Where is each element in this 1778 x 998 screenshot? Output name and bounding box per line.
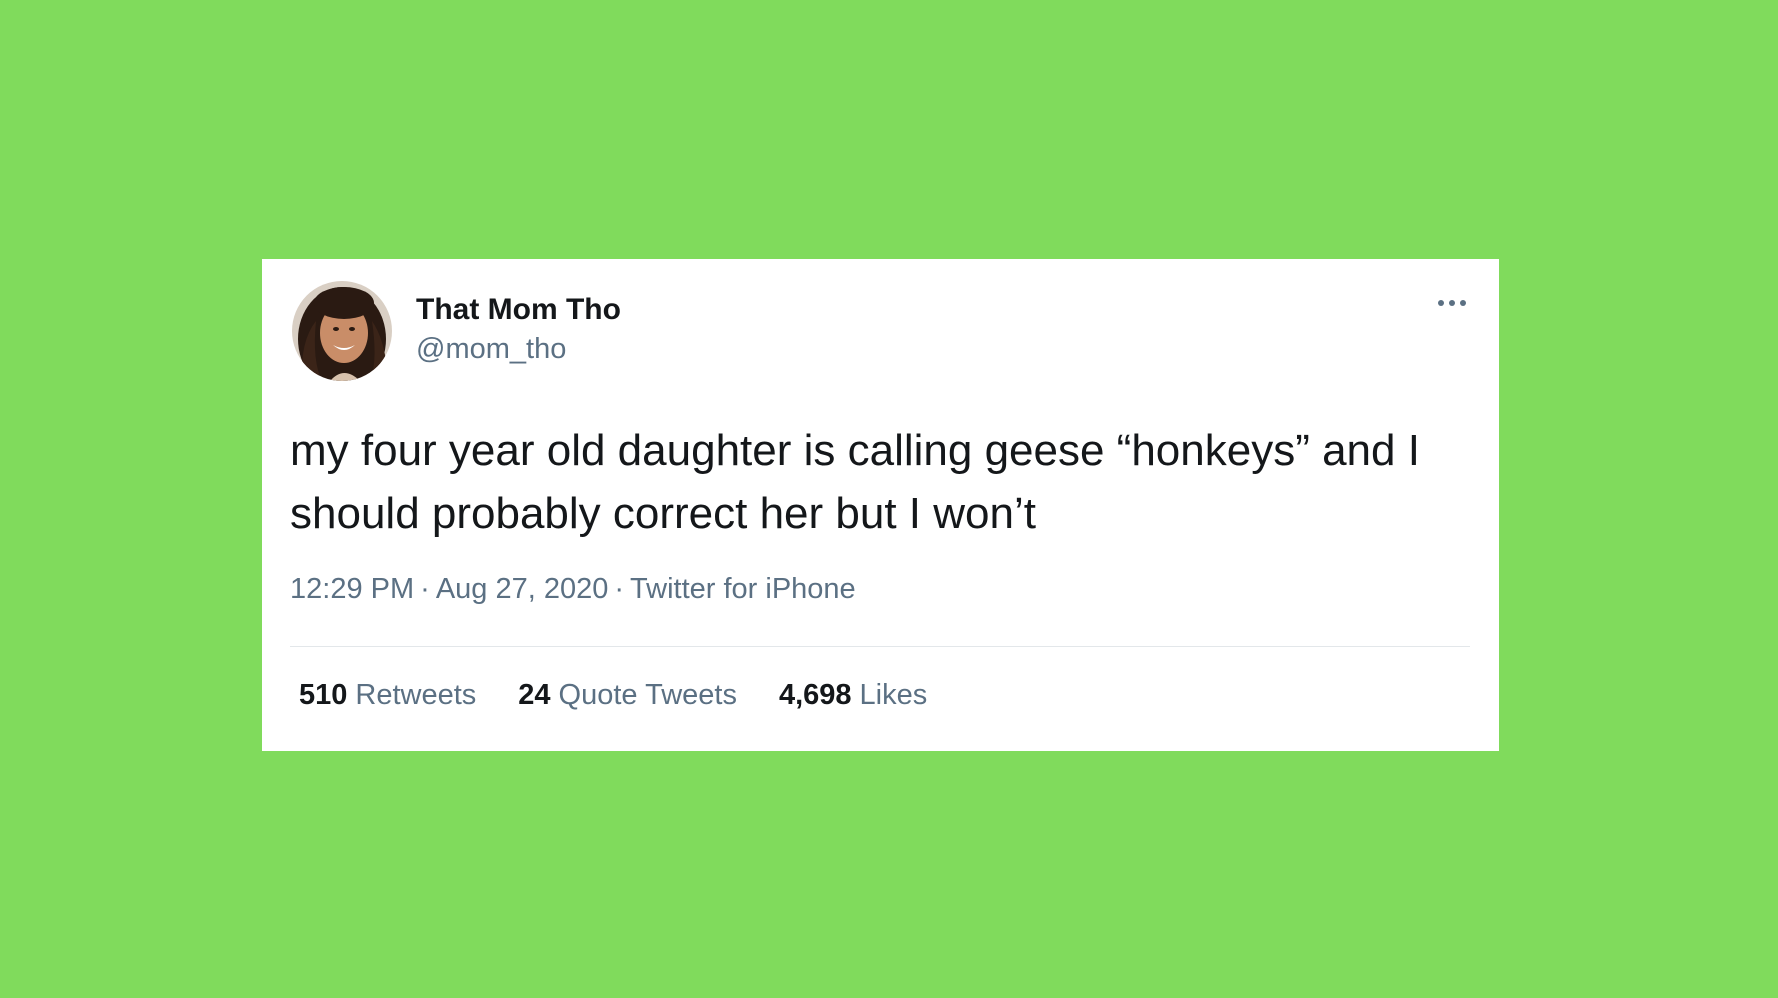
retweets-count: 510	[299, 679, 348, 711]
retweets-stat[interactable]: 510 Retweets	[299, 679, 476, 712]
tweet-source[interactable]: Twitter for iPhone	[630, 573, 856, 606]
tweet-stats: 510 Retweets 24 Quote Tweets 4,698 Likes	[299, 679, 969, 712]
separator-dot: ·	[420, 573, 430, 605]
tweet-card: That Mom Tho @mom_tho my four year old d…	[262, 259, 1499, 751]
retweets-label: Retweets	[355, 679, 477, 711]
divider	[290, 646, 1470, 647]
more-options-icon	[1438, 300, 1466, 306]
tweet-text: my four year old daughter is calling gee…	[290, 426, 1433, 538]
quote-tweets-stat[interactable]: 24 Quote Tweets	[518, 679, 737, 712]
separator-dot: ·	[614, 573, 625, 605]
author-handle[interactable]: @mom_tho	[416, 333, 566, 366]
likes-count: 4,698	[778, 679, 852, 711]
likes-stat[interactable]: 4,698 Likes	[779, 679, 927, 712]
quote-tweets-label: Quote Tweets	[558, 679, 737, 711]
likes-label: Likes	[859, 679, 928, 711]
author-display-name[interactable]: That Mom Tho	[416, 293, 621, 327]
avatar[interactable]	[292, 281, 392, 381]
quote-tweets-count: 24	[518, 679, 551, 711]
profile-photo-icon	[292, 281, 392, 381]
tweet-time[interactable]: 12:29 PM	[290, 573, 414, 606]
tweet-date[interactable]: Aug 27, 2020	[436, 573, 609, 606]
more-options-button[interactable]	[1430, 287, 1474, 319]
tweet-metadata: 12:29 PM · Aug 27, 2020 · Twitter for iPhone	[290, 573, 856, 606]
